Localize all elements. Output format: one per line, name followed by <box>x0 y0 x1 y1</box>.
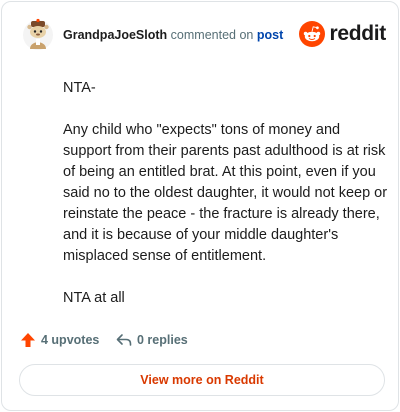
comment-body: NTA- Any child who "expects" tons of mon… <box>63 78 388 330</box>
upvote-count: 4 upvotes <box>41 333 100 347</box>
reply-count: 0 replies <box>137 333 188 347</box>
comment-embed-card: GrandpaJoeSloth commented on post reddit… <box>1 1 399 411</box>
upvote-button[interactable]: 4 upvotes <box>20 332 99 348</box>
snoo-avatar-icon <box>23 18 53 50</box>
username-link[interactable]: GrandpaJoeSloth <box>63 28 167 42</box>
comment-paragraph: NTA- <box>63 80 96 96</box>
reply-button[interactable]: 0 replies <box>116 332 188 348</box>
upvote-arrow-icon <box>21 333 35 347</box>
reddit-brand-link[interactable]: reddit <box>299 20 386 48</box>
user-avatar[interactable] <box>22 18 54 50</box>
comment-header: GrandpaJoeSloth commented on post reddit <box>22 18 386 52</box>
comment-paragraph: Any child who "expects" tons of money an… <box>63 122 388 264</box>
reply-arrow-icon <box>116 334 132 346</box>
commented-on-text: commented on <box>170 28 254 42</box>
comment-footer: 4 upvotes 0 replies <box>20 332 380 352</box>
view-more-button[interactable]: View more on Reddit <box>19 364 385 396</box>
reddit-wordmark: reddit <box>329 22 386 45</box>
post-link[interactable]: post <box>257 28 283 42</box>
comment-meta: GrandpaJoeSloth commented on post <box>63 28 283 43</box>
comment-paragraph: NTA at all <box>63 290 125 306</box>
reddit-logo-icon <box>299 21 326 47</box>
